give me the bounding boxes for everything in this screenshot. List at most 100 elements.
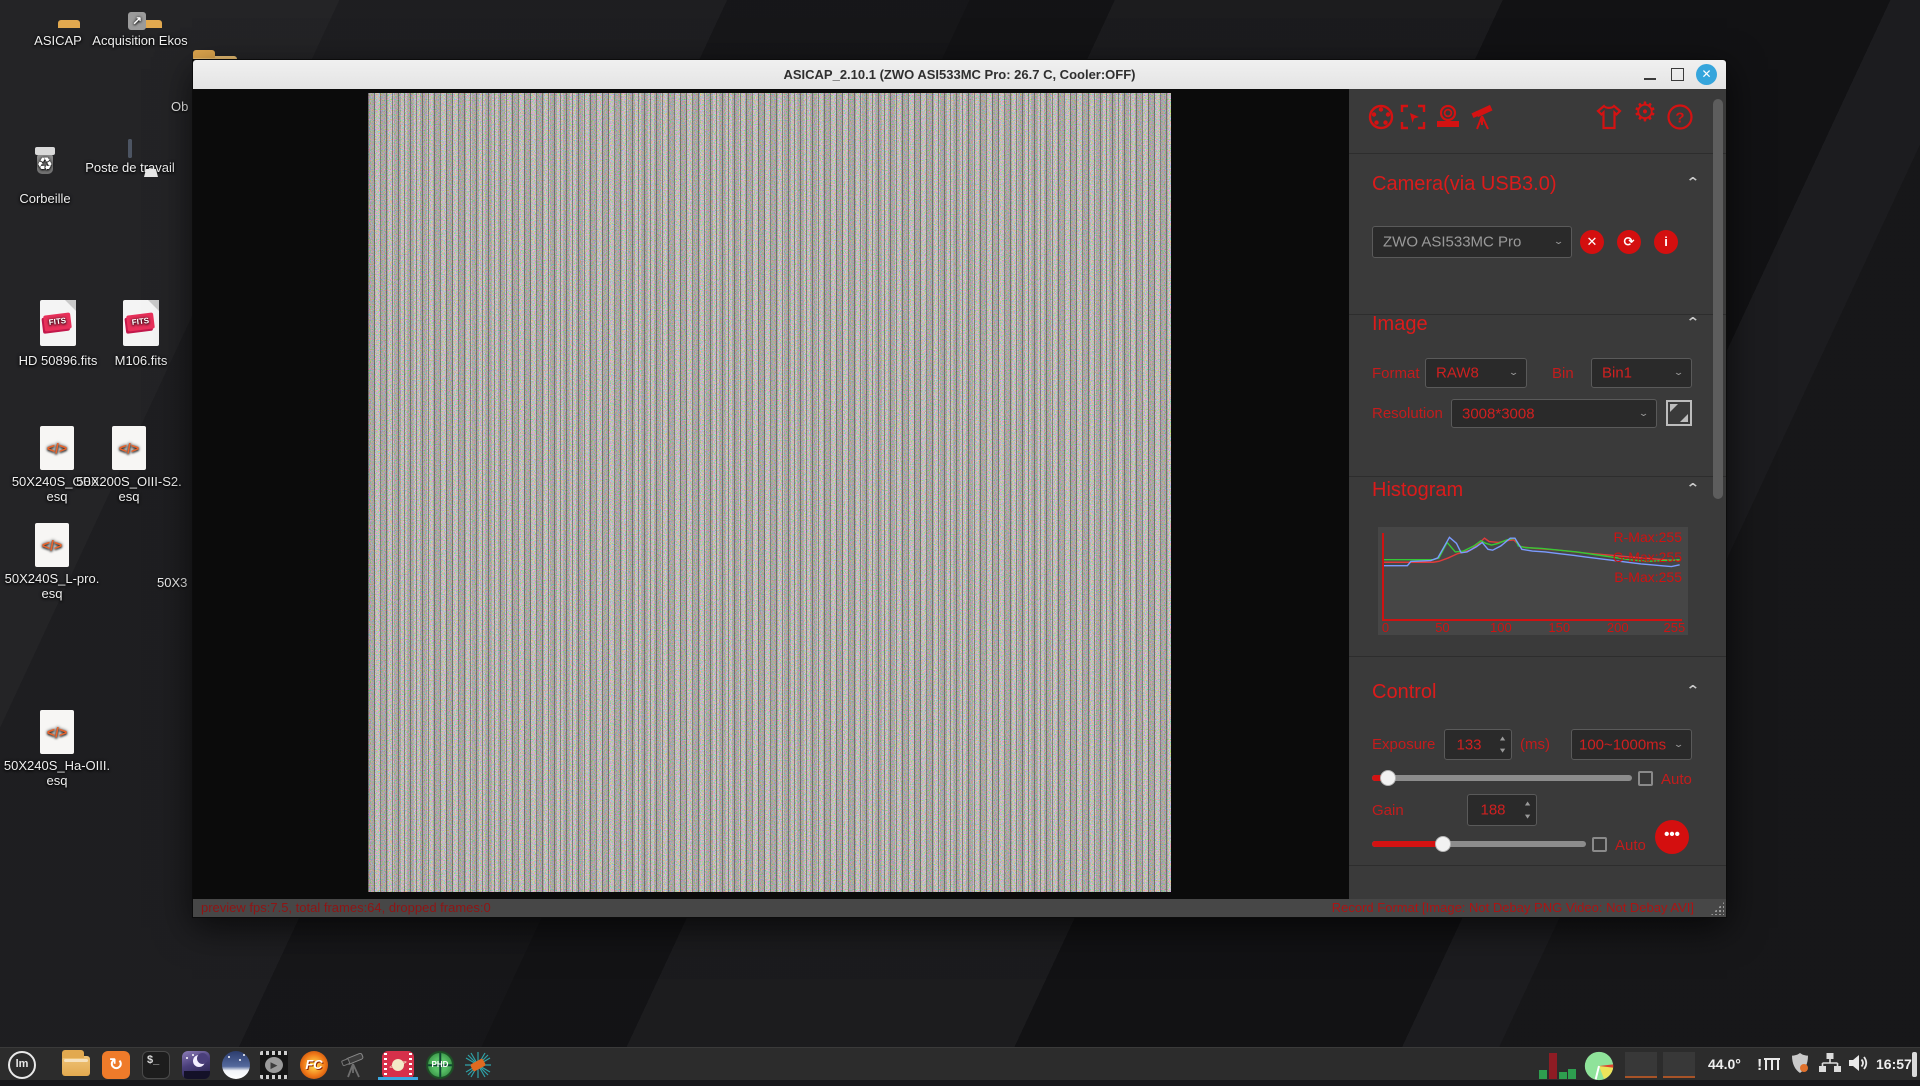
esq-file-icon: </>: [112, 426, 146, 470]
icon-label-ext: esq: [47, 773, 68, 788]
exposure-slider[interactable]: [1372, 775, 1632, 781]
icon-label-ext: esq: [47, 489, 68, 504]
close-button[interactable]: [1692, 60, 1722, 89]
icon-label-ext: esq: [119, 489, 140, 504]
capture-area-icon[interactable]: [1398, 102, 1428, 132]
gain-auto-checkbox[interactable]: [1592, 837, 1607, 852]
clock: 16:57: [1876, 1048, 1912, 1081]
histogram-tick: 150: [1548, 620, 1570, 635]
telescope-app-icon[interactable]: [340, 1051, 368, 1079]
network-icon[interactable]: [1818, 1051, 1842, 1079]
alert-applet-icon[interactable]: !: [1755, 1051, 1781, 1079]
preview-fps-status: preview fps:7.5, total frames:64, droppe…: [201, 899, 491, 917]
max-resolution-icon[interactable]: [1666, 400, 1692, 426]
desktop-icon-acquisition-ekos[interactable]: ↗ Acquisition Ekos: [92, 14, 188, 48]
stellarium-icon[interactable]: [182, 1051, 210, 1079]
camera-icon[interactable]: [1433, 102, 1463, 132]
desktop-icon-computer[interactable]: Poste de travail: [82, 141, 178, 175]
histogram-tick: 50: [1435, 620, 1449, 635]
mint-menu-button[interactable]: lm: [8, 1051, 36, 1079]
telescope-icon[interactable]: [1468, 102, 1498, 132]
histogram-collapse-chevron[interactable]: ⌃: [1686, 481, 1700, 497]
tray-applet-2[interactable]: [1663, 1052, 1695, 1078]
gain-slider[interactable]: [1372, 841, 1586, 847]
control-collapse-chevron[interactable]: ⌃: [1686, 683, 1700, 699]
theme-icon[interactable]: [1594, 102, 1624, 132]
format-select[interactable]: RAW8⌄: [1425, 358, 1527, 388]
camera-select[interactable]: ZWO ASI533MC Pro⌄: [1372, 226, 1572, 258]
desktop-icon-esq-oiii[interactable]: </> 50X200S_OIII-S2. esq: [74, 424, 184, 504]
file-manager-icon[interactable]: [62, 1051, 90, 1079]
spin-down-icon[interactable]: ▼: [1498, 747, 1507, 754]
terminal-icon[interactable]: $_: [142, 1051, 170, 1079]
disk-usage-pie-applet[interactable]: [1584, 1051, 1618, 1079]
resolution-select[interactable]: 3008*3008⌄: [1451, 399, 1657, 428]
image-collapse-chevron[interactable]: ⌃: [1686, 315, 1700, 331]
fits-file-icon: FITS: [40, 300, 76, 346]
camera-disconnect-button[interactable]: ✕: [1580, 230, 1604, 254]
hidden-icon-label-ob[interactable]: Ob: [171, 99, 188, 114]
panel-scrollbar[interactable]: [1713, 95, 1723, 893]
image-viewer[interactable]: [193, 89, 1349, 899]
spin-up-icon[interactable]: ▲: [1498, 735, 1507, 742]
settings-gear-icon[interactable]: ⚙: [1630, 97, 1660, 127]
exposure-auto-label: Auto: [1661, 771, 1692, 788]
icon-label: Corbeille: [0, 191, 93, 206]
more-controls-button[interactable]: •••: [1655, 820, 1689, 854]
update-manager-icon[interactable]: ↻: [102, 1051, 130, 1079]
camera-refresh-button[interactable]: ⟳: [1617, 230, 1641, 254]
camera-preview-noise[interactable]: [368, 93, 1171, 892]
hidden-icon-label-50x3[interactable]: 50X3: [157, 575, 187, 590]
spin-down-icon[interactable]: ▼: [1523, 813, 1532, 820]
histogram-plot: R-Max:255 G-Max:255 B-Max:255 0501001502…: [1378, 527, 1688, 635]
minimize-button[interactable]: [1636, 60, 1666, 89]
shortcut-arrow-icon: ↗: [128, 12, 146, 30]
panel-scrollbar-thumb[interactable]: [1713, 99, 1723, 499]
histogram-tick: 200: [1607, 620, 1629, 635]
phd2-icon[interactable]: PHD: [426, 1051, 454, 1079]
histogram-g-max: G-Max:255: [1613, 549, 1682, 565]
maximize-button[interactable]: [1663, 60, 1693, 89]
exposure-unit: (ms): [1520, 736, 1550, 753]
desktop-icon-trash[interactable]: ♻ Corbeille: [0, 141, 93, 206]
resize-grip[interactable]: [1711, 902, 1724, 915]
temperature-readout: 44.0°: [1708, 1048, 1741, 1081]
firecapture-icon[interactable]: FC: [300, 1051, 328, 1079]
camera-collapse-chevron[interactable]: ⌃: [1686, 175, 1700, 191]
desktop-icon-m106-fits[interactable]: FITS M106.fits: [93, 298, 189, 368]
icon-label: M106.fits: [93, 353, 189, 368]
exposure-slider-handle[interactable]: [1380, 770, 1396, 786]
system-monitor-bars-applet[interactable]: [1537, 1051, 1577, 1079]
bin-select[interactable]: Bin1⌄: [1591, 358, 1692, 388]
desktop-icon-esq-haoiii[interactable]: </> 50X240S_Ha-OIII. esq: [2, 708, 112, 788]
help-icon[interactable]: ?: [1665, 102, 1695, 132]
tray-applet-1[interactable]: [1625, 1052, 1657, 1078]
esq-file-icon: </>: [40, 710, 74, 754]
gain-input[interactable]: 188 ▲ ▼: [1467, 794, 1537, 826]
histogram-r-max: R-Max:255: [1614, 529, 1682, 545]
volume-icon[interactable]: [1846, 1051, 1870, 1079]
video-player-icon[interactable]: ▶: [260, 1051, 288, 1079]
astro-capture-icon[interactable]: [464, 1051, 492, 1079]
record-format-status: Record Format [Image: Not Debay PNG Vide…: [1332, 899, 1694, 917]
desktop-icon-esq-lpro[interactable]: </> 50X240S_L-pro. esq: [0, 521, 107, 601]
resolution-label: Resolution: [1372, 405, 1443, 422]
control-panel: ⚙ ? Camera(via USB3.0) ⌃ ZWO ASI533MC Pr…: [1349, 89, 1726, 899]
planetarium-icon[interactable]: [222, 1051, 250, 1079]
exposure-auto-checkbox[interactable]: [1638, 771, 1653, 786]
camera-info-button[interactable]: i: [1654, 230, 1678, 254]
show-desktop-button[interactable]: [1912, 1052, 1917, 1077]
security-shield-icon[interactable]: [1788, 1051, 1812, 1079]
histogram-section-title: Histogram: [1372, 479, 1463, 502]
computer-icon: [128, 139, 132, 158]
exposure-input[interactable]: 133 ▲ ▼: [1444, 729, 1512, 760]
spin-up-icon[interactable]: ▲: [1523, 800, 1532, 807]
gain-slider-handle[interactable]: [1435, 836, 1451, 852]
filter-wheel-icon[interactable]: [1366, 102, 1396, 132]
exposure-range-select[interactable]: 100~1000ms⌄: [1571, 729, 1692, 760]
asicap-taskbar-icon[interactable]: [378, 1051, 418, 1079]
gain-label: Gain: [1372, 802, 1404, 819]
window-titlebar[interactable]: ASICAP_2.10.1 (ZWO ASI533MC Pro: 26.7 C,…: [193, 60, 1726, 89]
asicap-window: ASICAP_2.10.1 (ZWO ASI533MC Pro: 26.7 C,…: [192, 59, 1727, 918]
desktop-icon-hd50896-fits[interactable]: FITS HD 50896.fits: [10, 298, 106, 368]
